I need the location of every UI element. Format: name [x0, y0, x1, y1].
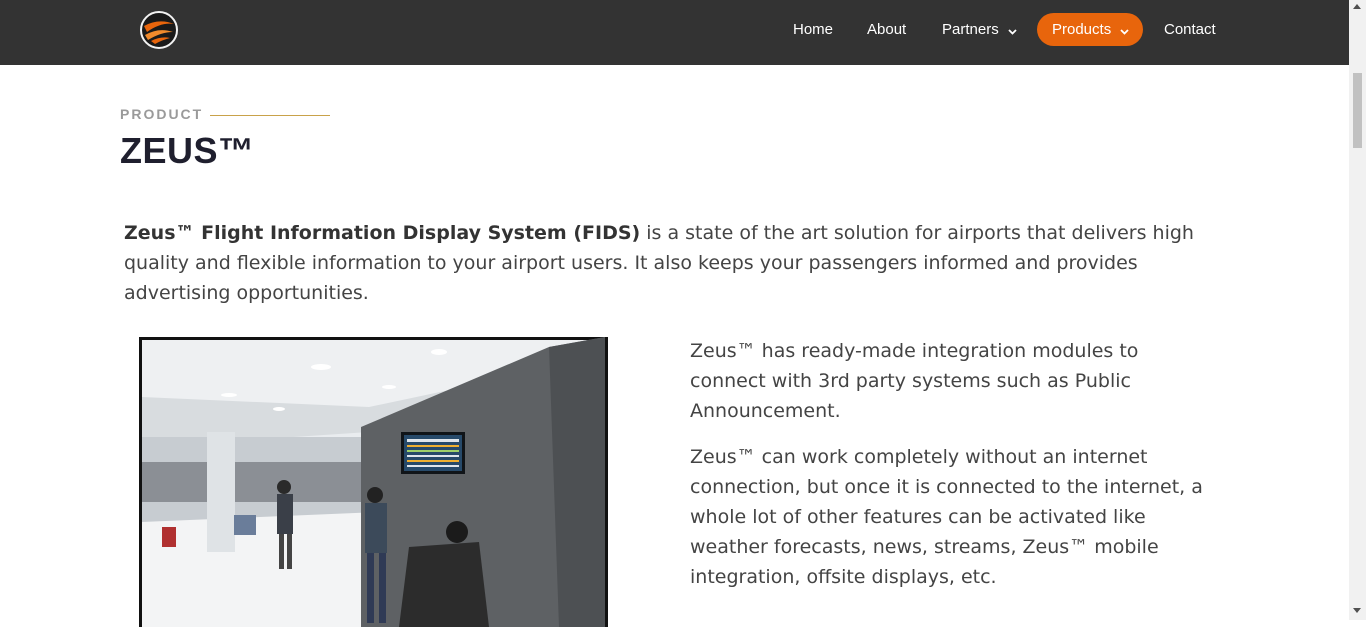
scroll-thumb[interactable] [1353, 73, 1362, 148]
nav-partners-label: Partners [942, 21, 999, 38]
section-eyebrow: PRODUCT [120, 106, 204, 122]
intro-paragraph: Zeus™ Flight Information Display System … [124, 218, 1214, 308]
chevron-down-icon [1120, 14, 1130, 47]
feature-paragraph-2: Zeus™ can work completely without an int… [690, 446, 1203, 588]
feature-description: Zeus™ has ready-made integration modules… [690, 336, 1220, 608]
page-scrollbar[interactable] [1349, 0, 1366, 620]
scroll-down-icon[interactable] [1353, 608, 1361, 613]
eyebrow-divider [210, 115, 330, 116]
intro-bold-text: Zeus™ Flight Information Display System … [124, 222, 641, 244]
top-navbar: Home About Partners Products Contact [0, 0, 1349, 65]
page-title: ZEUS™ [120, 130, 255, 171]
nav-partners[interactable]: Partners [942, 13, 1017, 46]
logo-icon[interactable] [139, 10, 179, 50]
nav-contact[interactable]: Contact [1164, 13, 1216, 46]
chevron-down-icon [1008, 14, 1017, 47]
airport-fids-photo [139, 337, 608, 627]
nav-about[interactable]: About [867, 13, 906, 46]
nav-products-label: Products [1052, 21, 1112, 38]
scroll-up-icon[interactable] [1353, 4, 1361, 9]
feature-paragraph-1: Zeus™ has ready-made integration modules… [690, 340, 1139, 422]
nav-products[interactable]: Products [1037, 13, 1143, 46]
nav-home[interactable]: Home [793, 13, 833, 46]
